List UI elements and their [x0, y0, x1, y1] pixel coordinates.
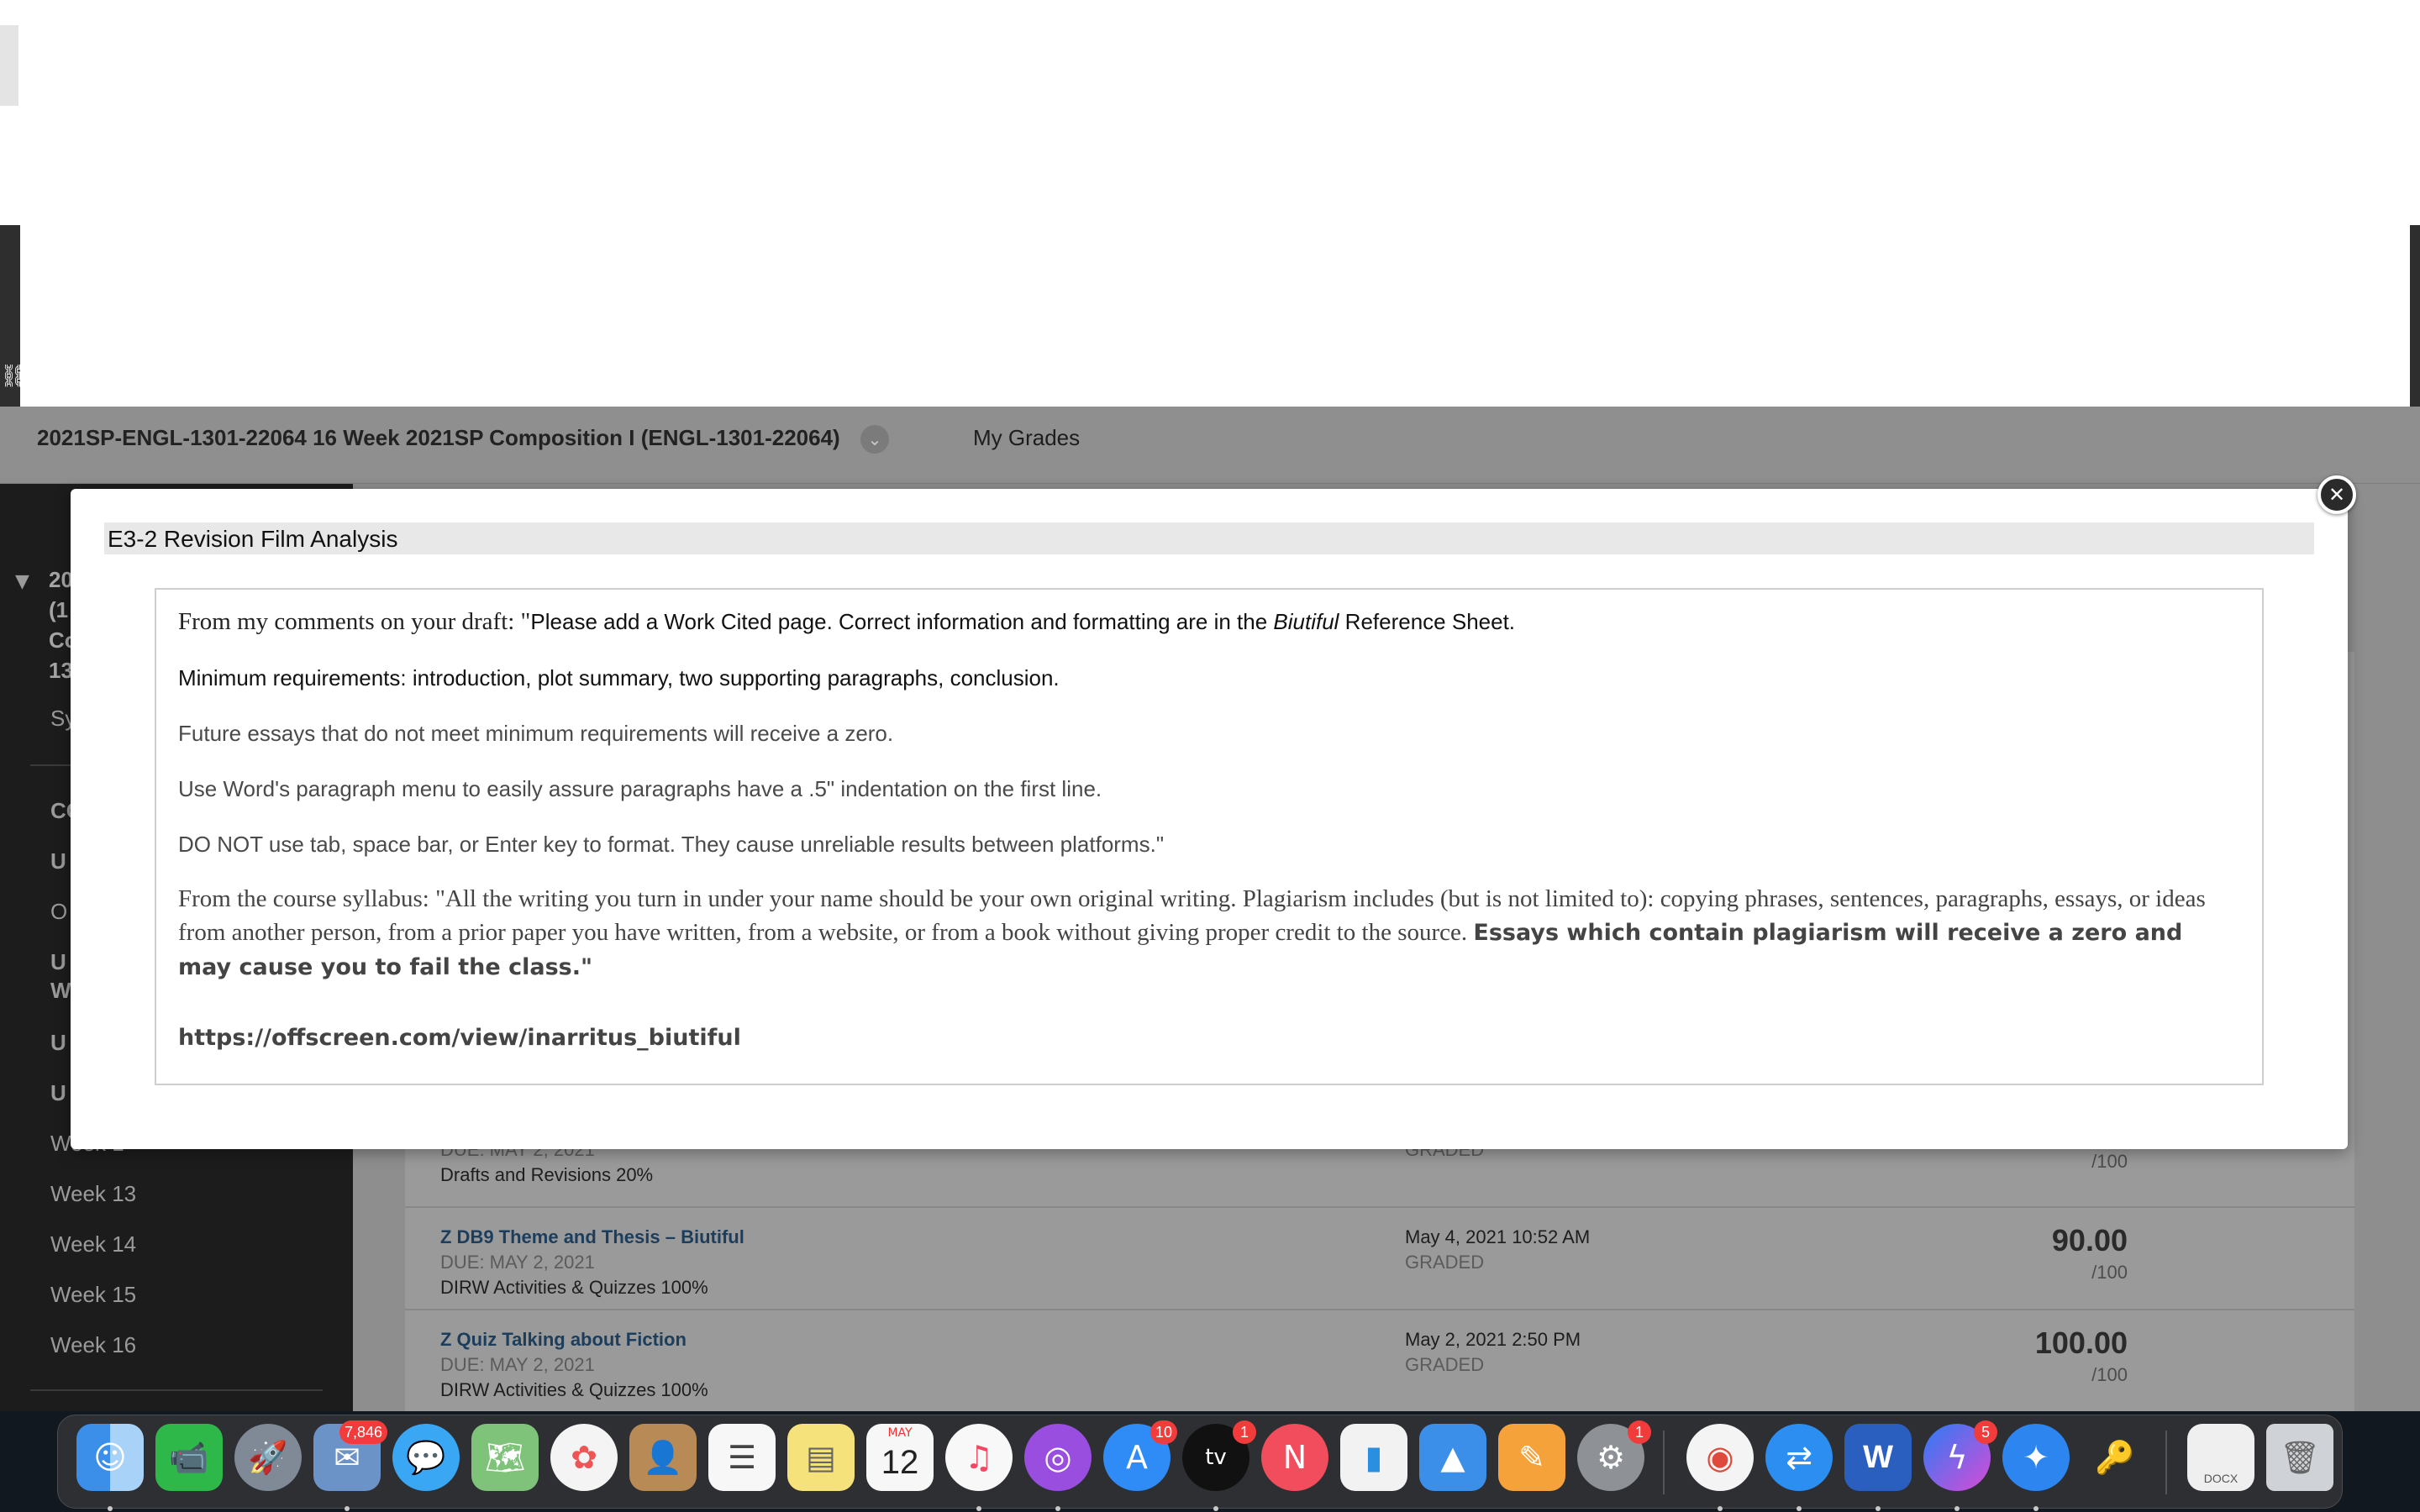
my-grades-label: My Grades [973, 425, 1081, 450]
keychain-icon[interactable]: 🔑 [2081, 1424, 2149, 1491]
chrome-icon[interactable]: ◉ [1686, 1424, 1754, 1511]
feedback-paragraph-3: Future essays that do not meet minimum r… [178, 721, 894, 746]
grade-score: 100.00 [2034, 1326, 2128, 1360]
pages-icon[interactable]: ✎ [1498, 1424, 1565, 1491]
music-icon[interactable]: ♫ [945, 1424, 1013, 1511]
app-store-icon[interactable]: A 10 [1103, 1420, 1177, 1491]
feedback-paragraph-2: Minimum requirements: introduction, plot… [178, 665, 1060, 690]
grade-item-link[interactable]: Z DB9 Theme and Thesis – Biutiful [440, 1226, 744, 1248]
table-row[interactable]: Z Quiz Talking about Fiction DUE: MAY 2,… [405, 1309, 2354, 1411]
facetime-icon[interactable]: 📹 [155, 1424, 223, 1491]
keynote-icon[interactable]: ▲ [1419, 1424, 1486, 1491]
close-icon[interactable]: ✕ [2317, 475, 2356, 514]
syllabus-quote: From the course syllabus: "All the writi… [178, 885, 2206, 980]
sidebar-item-u3[interactable]: U [50, 1030, 66, 1056]
modal-title-bar: E3-2 Revision Film Analysis [104, 522, 2314, 554]
dock: ☺ 📹 🚀 ✉ 7,846 💬 🗺 ✿ 👤 ☰ ▤ MAY 12 ♫ ◎ A 10 … [57, 1415, 2343, 1511]
safari-icon[interactable]: ✦ [2002, 1424, 2070, 1511]
chevron-down-icon[interactable]: ⌄ [860, 425, 889, 454]
feedback-content: From my comments on your draft: "Please … [155, 588, 2264, 1085]
finder-icon[interactable]: ☺ [76, 1424, 144, 1511]
course-header-bar: 2021SP-ENGL-1301-22064 16 Week 2021SP Co… [0, 407, 2420, 484]
grade-date: May 2, 2021 2:50 PM [1405, 1329, 1581, 1350]
podcasts-icon[interactable]: ◎ [1024, 1424, 1092, 1511]
grade-category: DIRW Activities & Quizzes 100% [440, 1379, 708, 1400]
grade-out-of: /100 [2091, 1262, 2128, 1283]
maps-icon[interactable]: 🗺 [471, 1424, 539, 1491]
grade-out-of: /100 [2091, 1151, 2128, 1172]
grade-category: DIRW Activities & Quizzes 100% [440, 1277, 708, 1298]
docx-file-icon[interactable]: DOCX [2187, 1424, 2254, 1491]
trash-icon[interactable]: 🗑 [2266, 1424, 2333, 1491]
launchpad-icon[interactable]: 🚀 [234, 1424, 302, 1491]
photos-icon[interactable]: ✿ [550, 1424, 618, 1491]
grade-due: DUE: MAY 2, 2021 [440, 1354, 595, 1375]
sidebar-item-o[interactable]: O [50, 899, 67, 925]
contacts-icon[interactable]: 👤 [629, 1424, 697, 1491]
grade-status: GRADED [1405, 1252, 1485, 1273]
news-icon[interactable]: N [1261, 1424, 1328, 1491]
feedback-paragraph-5: DO NOT use tab, space bar, or Enter key … [178, 832, 1165, 857]
table-row[interactable]: Z DB9 Theme and Thesis – Biutiful DUE: M… [405, 1206, 2354, 1309]
sidebar-divider [30, 1389, 323, 1391]
modal-title: E3-2 Revision Film Analysis [108, 526, 398, 552]
sidebar-item-week-15[interactable]: Week 15 [50, 1282, 136, 1308]
feedback-paragraph-1: From my comments on your draft: "Please … [178, 608, 1516, 635]
link-icon[interactable]: ⛓ [0, 360, 28, 393]
screen: ⛓ 2021SP-ENGL-1301-22064 16 Week 2021SP … [0, 0, 2420, 1512]
browser-content-top: ⛓ [0, 0, 2420, 407]
sidebar-item-u2[interactable]: U [50, 949, 66, 975]
feedback-modal: E3-2 Revision Film Analysis From my comm… [71, 489, 2348, 1149]
sidebar-item-week-16[interactable]: Week 16 [50, 1332, 136, 1358]
calendar-icon[interactable]: MAY 12 [866, 1424, 934, 1491]
course-title[interactable]: 2021SP-ENGL-1301-22064 16 Week 2021SP Co… [37, 425, 840, 451]
grade-out-of: /100 [2091, 1364, 2128, 1385]
sidebar-item-week-13[interactable]: Week 13 [50, 1181, 136, 1207]
reminders-icon[interactable]: ☰ [708, 1424, 776, 1491]
teamviewer-icon[interactable]: ⇄ [1765, 1424, 1833, 1511]
right-edge-dark-strip [2410, 225, 2420, 407]
sidebar-item-u4[interactable]: U [50, 1080, 66, 1106]
system-preferences-icon[interactable]: ⚙ 1 [1577, 1420, 1651, 1491]
sidebar-item-u1[interactable]: U [50, 848, 66, 874]
messages-icon[interactable]: 💬 [392, 1424, 460, 1491]
grade-due: DUE: MAY 2, 2021 [440, 1252, 595, 1273]
messenger-icon[interactable]: ϟ5 [1923, 1420, 1997, 1511]
grade-status: GRADED [1405, 1354, 1485, 1375]
film-link[interactable]: https://offscreen.com/view/inarritus_biu… [178, 1025, 2237, 1051]
notes-icon[interactable]: ▤ [787, 1424, 855, 1491]
grade-score: 90.00 [2051, 1223, 2128, 1257]
numbers-icon[interactable]: ▮ [1340, 1424, 1407, 1491]
grade-item-link[interactable]: Z Quiz Talking about Fiction [440, 1329, 687, 1351]
left-edge-strip [0, 25, 18, 106]
dock-separator [2165, 1431, 2167, 1494]
feedback-paragraph-4: Use Word's paragraph menu to easily assu… [178, 776, 1102, 801]
grade-category: Drafts and Revisions 20% [440, 1164, 654, 1185]
apple-tv-icon[interactable]: tv 1 [1182, 1420, 1256, 1511]
sidebar-item-week-14[interactable]: Week 14 [50, 1231, 136, 1257]
sidebar-item-w[interactable]: W [50, 978, 71, 1004]
mail-icon[interactable]: ✉ 7,846 [313, 1420, 387, 1511]
word-icon[interactable]: W [1844, 1424, 1912, 1511]
dock-separator [1663, 1431, 1665, 1494]
collapse-caret-icon[interactable]: ▼ [15, 571, 29, 592]
grade-date: May 4, 2021 10:52 AM [1405, 1226, 1591, 1247]
